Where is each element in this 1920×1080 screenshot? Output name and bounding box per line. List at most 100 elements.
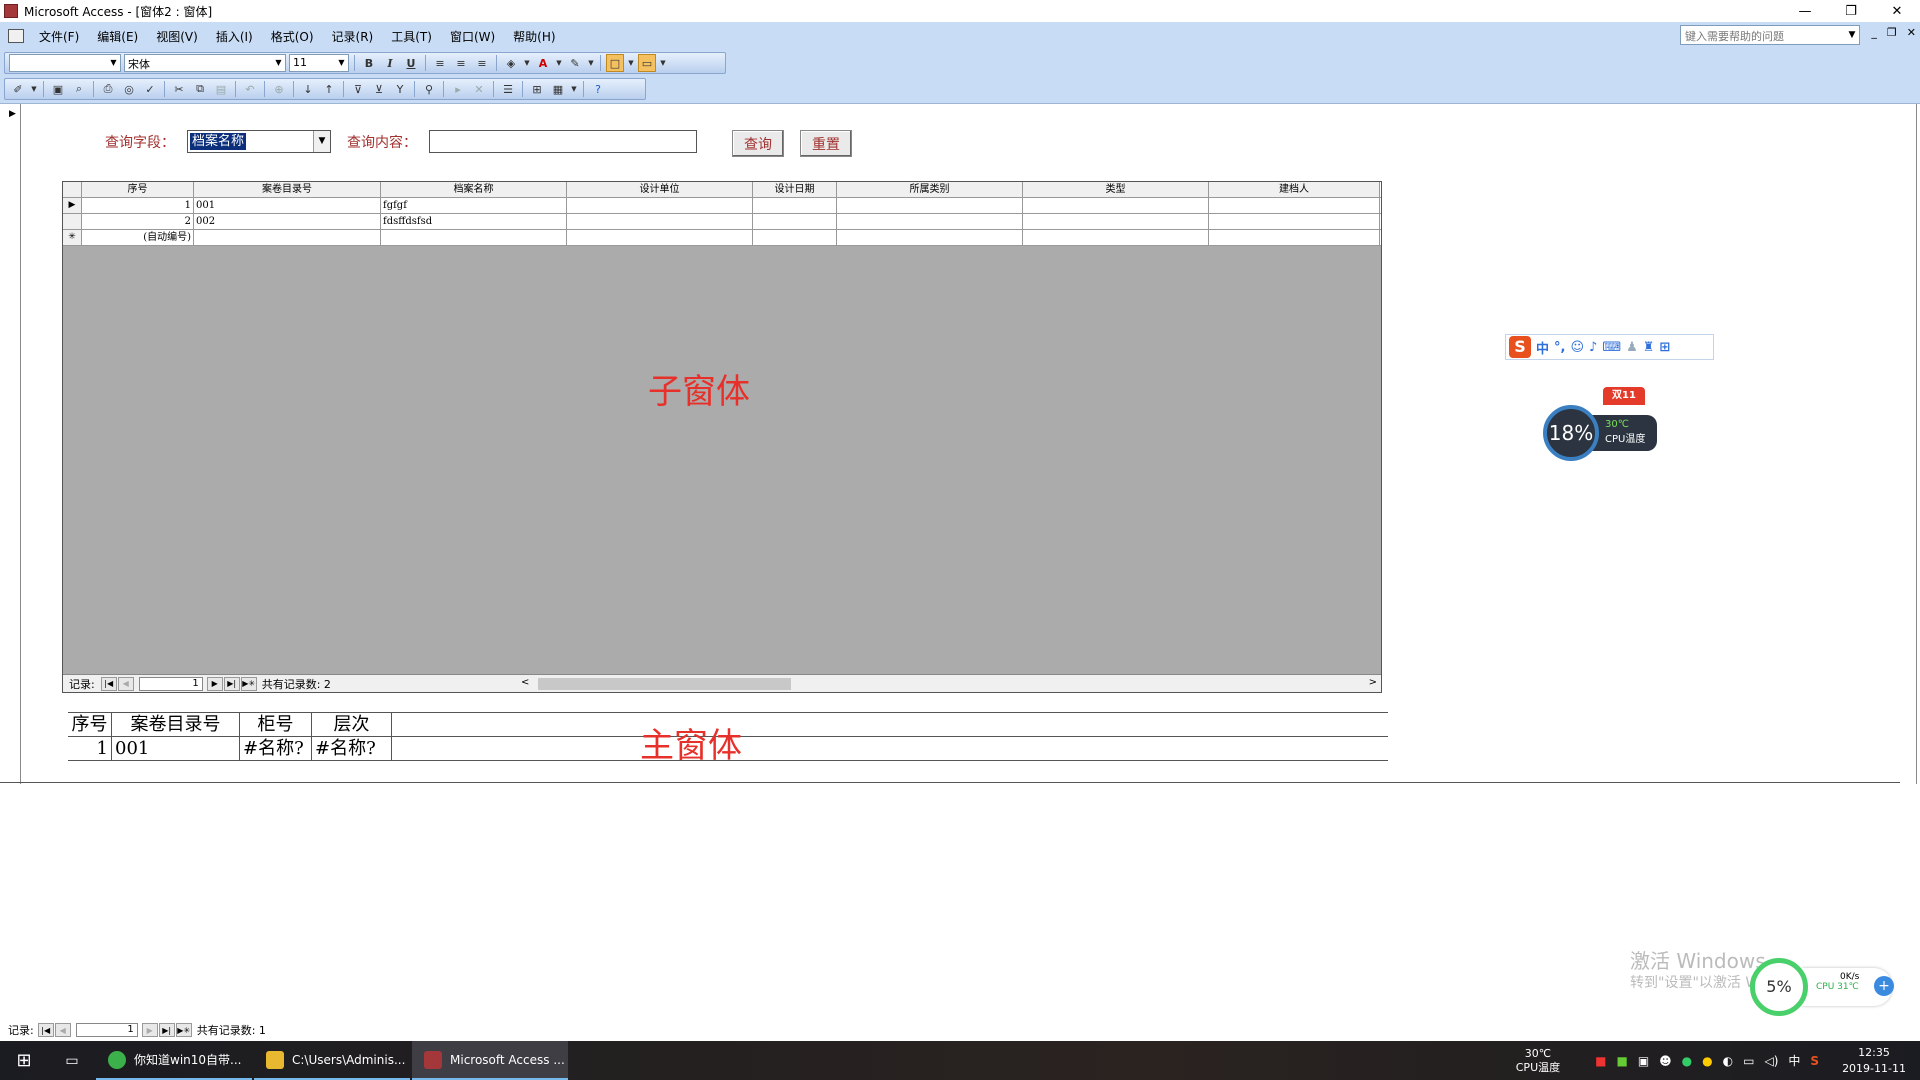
previous-record-button[interactable]: ◀ — [117, 676, 134, 691]
underline-button[interactable]: U — [402, 54, 420, 72]
file-search-icon[interactable]: ⌕ — [70, 80, 88, 98]
form-record-selector[interactable]: ▶ — [4, 104, 21, 784]
microphone-icon[interactable]: ♪ — [1589, 340, 1597, 355]
column-header[interactable]: 设计单位 — [567, 182, 753, 197]
spelling-icon[interactable]: ✓ — [141, 80, 159, 98]
help-search-input[interactable]: 键入需要帮助的问题 ▼ — [1680, 25, 1860, 45]
sort-descending-icon[interactable]: ↑ — [320, 80, 338, 98]
column-header[interactable]: 类型 — [1023, 182, 1209, 197]
table-cell[interactable] — [1023, 198, 1209, 213]
last-record-button[interactable]: ▶| — [223, 676, 240, 691]
first-record-button[interactable]: |◀ — [100, 676, 117, 691]
search-button[interactable]: 查询 — [732, 130, 784, 157]
table-cell[interactable] — [1209, 198, 1380, 213]
column-header[interactable]: 序号 — [82, 182, 194, 197]
table-cell[interactable] — [567, 198, 753, 213]
help-icon[interactable]: ? — [589, 80, 607, 98]
tray-app-icon[interactable]: ● — [1682, 1054, 1692, 1068]
chevron-down-icon[interactable]: ▼ — [523, 54, 531, 72]
table-cell[interactable] — [753, 214, 837, 229]
table-cell[interactable] — [1023, 230, 1209, 245]
sogou-logo-icon[interactable]: S — [1509, 336, 1531, 358]
ime-mode-toggle[interactable]: 中 — [1536, 338, 1549, 357]
scrollbar-thumb[interactable] — [538, 678, 791, 690]
font-name-combo[interactable]: 宋体 ▼ — [124, 54, 286, 72]
paste-icon[interactable]: ▤ — [212, 80, 230, 98]
ime-indicator[interactable]: 中 — [1788, 1052, 1800, 1069]
font-size-combo[interactable]: 11 ▼ — [289, 54, 349, 72]
mdi-minimize-button[interactable]: _ — [1871, 26, 1877, 39]
chevron-down-icon[interactable]: ▼ — [335, 55, 348, 71]
emoji-icon[interactable]: ☺ — [1570, 340, 1584, 355]
last-record-button[interactable]: ▶| — [158, 1023, 175, 1037]
table-cell[interactable] — [567, 214, 753, 229]
bold-button[interactable]: B — [360, 54, 378, 72]
chevron-down-icon[interactable]: ▼ — [1845, 26, 1859, 44]
horizontal-scrollbar[interactable]: < > — [518, 677, 1380, 691]
properties-icon[interactable]: ☰ — [499, 80, 517, 98]
design-view-icon[interactable]: ✐ — [9, 80, 27, 98]
table-cell[interactable] — [837, 198, 1023, 213]
menu-file[interactable]: 文件(F) — [30, 28, 88, 45]
tray-app-icon[interactable]: ☻ — [1659, 1054, 1672, 1068]
table-cell[interactable]: 1 — [82, 198, 194, 213]
table-cell[interactable]: 1 — [68, 737, 112, 760]
new-record-button[interactable]: ▶✳ — [175, 1023, 192, 1037]
table-cell[interactable]: #名称? — [312, 737, 392, 760]
table-cell[interactable]: 001 — [112, 737, 240, 760]
previous-record-button[interactable]: ◀ — [54, 1023, 71, 1037]
reset-button[interactable]: 重置 — [800, 130, 852, 157]
menu-view[interactable]: 视图(V) — [147, 28, 207, 45]
task-view-icon[interactable]: ▭ — [48, 1041, 96, 1080]
current-record-input[interactable]: 1 — [138, 676, 203, 691]
chevron-down-icon[interactable]: ▼ — [627, 54, 635, 72]
chevron-down-icon[interactable]: ▼ — [570, 80, 578, 98]
form-doc-icon[interactable] — [8, 29, 24, 43]
table-cell[interactable]: (自动编号) — [82, 230, 194, 245]
mdi-restore-button[interactable]: ❐ — [1887, 26, 1897, 39]
taskbar-item-explorer[interactable]: C:\Users\Adminis... — [254, 1041, 410, 1080]
chevron-down-icon[interactable]: ▼ — [659, 54, 667, 72]
accelerate-icon[interactable]: + — [1874, 976, 1894, 996]
cut-icon[interactable]: ✂ — [170, 80, 188, 98]
font-color-icon[interactable]: A — [534, 54, 552, 72]
new-object-icon[interactable]: ▦ — [549, 80, 567, 98]
border-width-icon[interactable]: ▭ — [638, 54, 656, 72]
find-icon[interactable]: ⚲ — [420, 80, 438, 98]
table-cell[interactable] — [567, 230, 753, 245]
column-header[interactable]: 案卷目录号 — [194, 182, 381, 197]
table-cell[interactable] — [194, 230, 381, 245]
chevron-down-icon[interactable]: ▼ — [30, 80, 38, 98]
border-style-icon[interactable]: □ — [606, 54, 624, 72]
table-cell[interactable] — [381, 230, 567, 245]
new-record-button[interactable]: ▶✳ — [240, 676, 257, 691]
chevron-down-icon[interactable]: ▼ — [313, 131, 330, 152]
chevron-down-icon[interactable]: ▼ — [107, 55, 120, 71]
copy-icon[interactable]: ⧉ — [191, 80, 209, 98]
sogou-tray-icon[interactable]: S — [1810, 1054, 1819, 1068]
scroll-left-icon[interactable]: < — [521, 677, 529, 688]
punctuation-icon[interactable]: °, — [1554, 340, 1565, 355]
grid-menu-icon[interactable]: ⊞ — [1659, 340, 1670, 355]
chevron-down-icon[interactable]: ▼ — [555, 54, 563, 72]
mdi-close-button[interactable]: ✕ — [1907, 26, 1916, 39]
menu-help[interactable]: 帮助(H) — [504, 28, 564, 45]
first-record-button[interactable]: |◀ — [37, 1023, 54, 1037]
query-content-input[interactable] — [429, 130, 697, 153]
insert-hyperlink-icon[interactable]: ⊕ — [270, 80, 288, 98]
table-row[interactable]: 2 002 fdsffdsfsd — [63, 214, 1381, 230]
tray-app-icon[interactable]: ● — [1702, 1054, 1712, 1068]
table-cell[interactable]: fgfgf — [381, 198, 567, 213]
table-row[interactable]: ▶ 1 001 fgfgf — [63, 198, 1381, 214]
scroll-right-icon[interactable]: > — [1369, 677, 1377, 688]
menu-edit[interactable]: 编辑(E) — [88, 28, 147, 45]
table-cell[interactable]: 001 — [194, 198, 381, 213]
filter-by-selection-icon[interactable]: ⊽ — [349, 80, 367, 98]
network-icon[interactable]: ▭ — [1743, 1054, 1754, 1068]
menu-format[interactable]: 格式(O) — [262, 28, 323, 45]
row-selector[interactable] — [63, 214, 82, 229]
column-header[interactable]: 建档人 — [1209, 182, 1380, 197]
table-cell[interactable]: #名称? — [240, 737, 312, 760]
undo-icon[interactable]: ↶ — [241, 80, 259, 98]
new-record-icon[interactable]: ▸ — [449, 80, 467, 98]
